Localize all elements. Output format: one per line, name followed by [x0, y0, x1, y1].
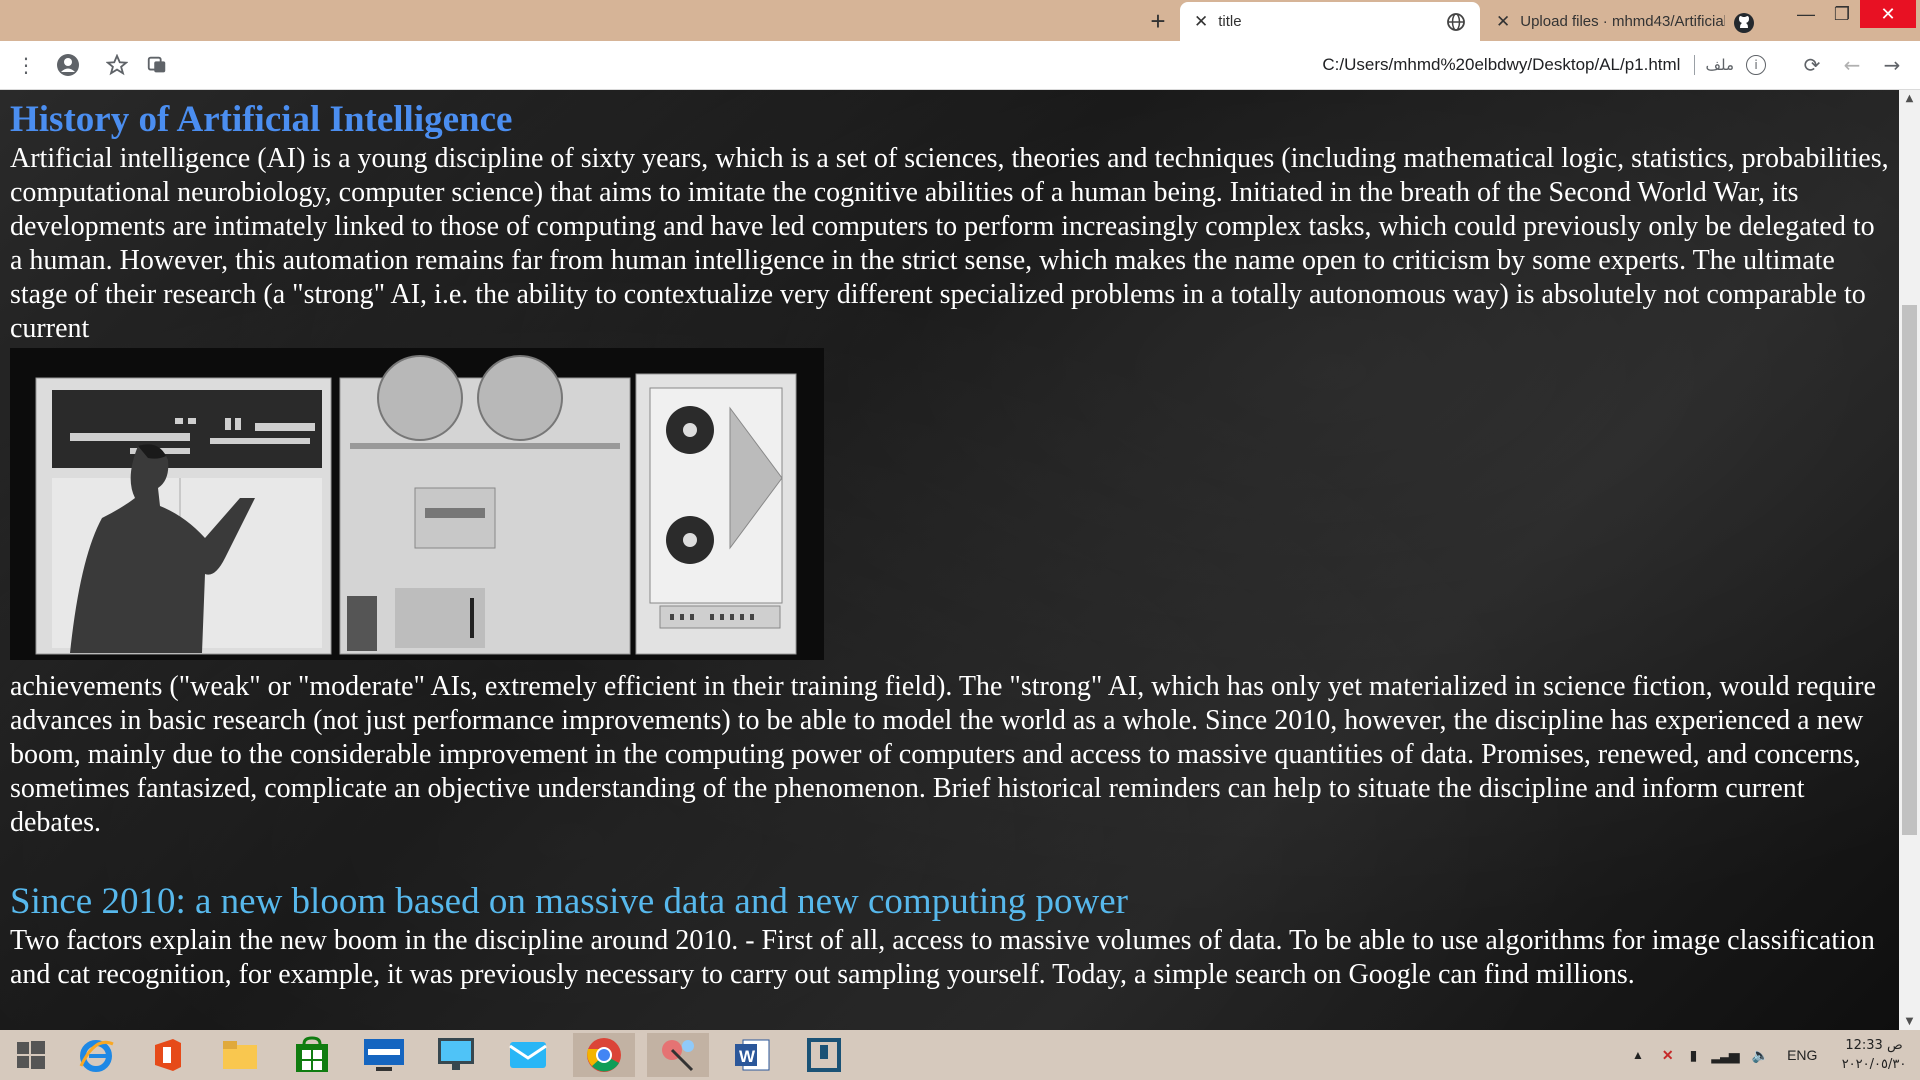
info-icon[interactable]: i	[1746, 55, 1766, 75]
scroll-down-arrow-icon[interactable]: ▼	[1899, 1013, 1920, 1030]
close-tab-icon[interactable]: ✕	[1194, 12, 1208, 32]
snipping-icon[interactable]	[647, 1033, 709, 1077]
section-paragraph: Two factors explain the new boom in the …	[10, 925, 1875, 990]
tab-upload-files[interactable]: ✕ Upload files · mhmd43/Artificial-	[1482, 2, 1767, 41]
bookmark-star-icon[interactable]	[101, 49, 133, 81]
network-error-icon[interactable]: ✕	[1662, 1047, 1674, 1064]
page-title: History of Artificial Intelligence	[10, 99, 513, 140]
word-icon[interactable]: W	[721, 1033, 783, 1077]
profile-avatar-icon[interactable]	[52, 49, 84, 81]
address-bar-url[interactable]: C:/Users/mhmd%20elbdwy/Desktop/AL/p1.htm…	[1322, 55, 1680, 75]
scroll-up-arrow-icon[interactable]: ▲	[1899, 90, 1920, 107]
globe-icon	[1446, 12, 1466, 32]
page-scrollbar[interactable]: ▲ ▼	[1899, 90, 1920, 1030]
continuation-paragraph: achievements ("weak" or "moderate" AIs, …	[10, 671, 1876, 838]
window-close-button[interactable]: ✕	[1860, 0, 1916, 28]
intro-paragraph: Artificial intelligence (AI) is a young …	[10, 143, 1889, 344]
monitor-icon[interactable]	[425, 1033, 487, 1077]
address-separator	[1694, 55, 1696, 75]
tab-title[interactable]: ✕ title	[1180, 2, 1480, 41]
tab-label: Upload files · mhmd43/Artificial-	[1520, 13, 1725, 30]
office-icon[interactable]	[137, 1033, 199, 1077]
windows-taskbar: W ▲ ✕ ▮ ▂▃▅ 🔈 ENG 12:33 ص ٢٠٢٠/٠٥/٣٠	[0, 1030, 1920, 1080]
scrollbar-thumb[interactable]	[1902, 305, 1917, 835]
clock-date: ٢٠٢٠/٠٥/٣٠	[1841, 1057, 1907, 1072]
system-tray: ▲ ✕ ▮ ▂▃▅ 🔈 ENG	[1632, 1030, 1817, 1080]
file-explorer-icon[interactable]	[209, 1033, 271, 1077]
clock[interactable]: 12:33 ص ٢٠٢٠/٠٥/٣٠	[1832, 1036, 1916, 1074]
chrome-icon[interactable]	[573, 1033, 635, 1077]
forward-arrow-icon[interactable]: →	[1876, 49, 1908, 81]
scheme-label: ملف	[1705, 56, 1734, 74]
section-title: Since 2010: a new bloom based on massive…	[10, 881, 1128, 922]
new-tab-button[interactable]: +	[1140, 4, 1176, 38]
svg-text:W: W	[739, 1047, 756, 1066]
tab-label: title	[1218, 13, 1242, 30]
reload-icon[interactable]: ⟳	[1796, 49, 1828, 81]
battery-icon[interactable]: ▮	[1690, 1047, 1698, 1064]
wifi-signal-icon[interactable]: ▂▃▅	[1711, 1047, 1739, 1064]
address-bar[interactable]: C:/Users/mhmd%20elbdwy/Desktop/AL/p1.htm…	[180, 47, 1780, 83]
back-arrow-icon[interactable]: ←	[1836, 49, 1868, 81]
close-tab-icon[interactable]: ✕	[1496, 12, 1510, 32]
lenovo-icon[interactable]	[353, 1033, 415, 1077]
vintage-computer-photo	[10, 348, 824, 660]
windows-start-icon[interactable]	[0, 1033, 62, 1077]
language-indicator[interactable]: ENG	[1787, 1047, 1817, 1063]
menu-icon[interactable]: ⋮	[10, 49, 42, 81]
tray-expand-icon[interactable]: ▲	[1632, 1048, 1644, 1062]
tab-strip: + ✕ title ✕ Upload files · mhmd43/Artifi…	[0, 0, 1920, 41]
app-icon[interactable]	[793, 1033, 855, 1077]
mail-icon[interactable]	[497, 1033, 559, 1077]
store-icon[interactable]	[281, 1033, 343, 1077]
minimize-button[interactable]: —	[1786, 0, 1826, 28]
internet-explorer-icon[interactable]	[65, 1033, 127, 1077]
clock-time: 12:33 ص	[1845, 1038, 1903, 1053]
github-icon	[1733, 12, 1754, 33]
translate-icon[interactable]	[141, 49, 173, 81]
page-content: History of Artificial Intelligence Artif…	[10, 90, 1890, 992]
maximize-button[interactable]: ❐	[1822, 0, 1862, 28]
page-viewport: History of Artificial Intelligence Artif…	[0, 90, 1899, 1030]
browser-toolbar: ⋮ C:/Users/mhmd%20elbdwy/Desktop/AL/p1.h…	[0, 41, 1920, 90]
volume-icon[interactable]: 🔈	[1752, 1047, 1769, 1064]
